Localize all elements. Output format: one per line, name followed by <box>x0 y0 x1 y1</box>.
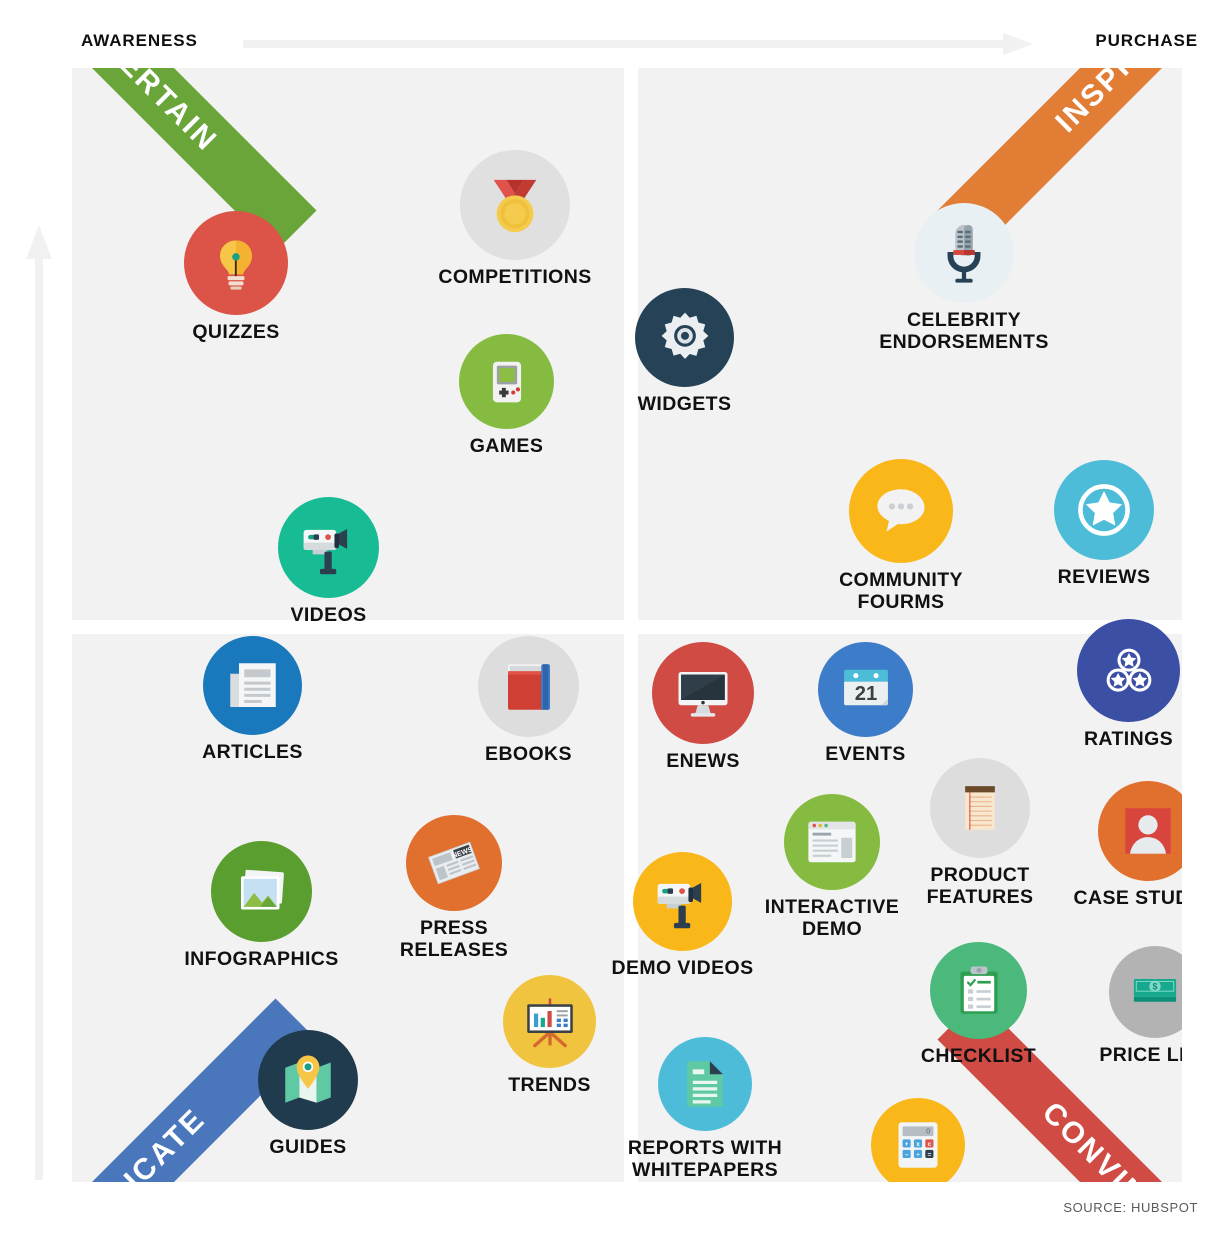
map-pin-icon <box>258 1030 358 1130</box>
content-item-label: ENEWS <box>666 750 740 772</box>
content-item[interactable]: TRENDS <box>463 975 636 1097</box>
money-icon: $ <box>1109 946 1182 1038</box>
content-item[interactable]: ENEWS <box>612 642 794 773</box>
content-item-label: TRENDS <box>508 1074 591 1096</box>
content-item[interactable]: GUIDES <box>218 1030 398 1159</box>
clipboard-check-icon <box>930 942 1027 1039</box>
content-item[interactable]: 0 +xc –÷= CACULATIONS <box>831 1098 1005 1182</box>
gear-icon <box>635 288 734 387</box>
content-item-label: WIDGETS <box>637 393 732 415</box>
browser-window-icon <box>784 794 880 890</box>
content-item[interactable]: CHECKLIST <box>890 942 1067 1068</box>
arrow-shaft <box>35 255 43 1180</box>
content-item[interactable]: REPORTS WITH WHITEPAPERS <box>618 1037 792 1182</box>
content-item[interactable]: DEMO VIDEOS <box>593 852 772 980</box>
svg-text:x: x <box>916 1141 920 1148</box>
quadrant-matrix: ENTERTAIN INSPIRE EDUCATE CONVINCE QUIZZ… <box>72 68 1182 1182</box>
content-item[interactable]: CASE STUDIES <box>1058 781 1182 910</box>
calendar-icon: 21 <box>818 642 913 737</box>
content-item-label: CASE STUDIES <box>1073 887 1182 909</box>
content-item-label: REVIEWS <box>1057 566 1151 588</box>
content-item-label: GUIDES <box>269 1136 347 1158</box>
video-camera-icon <box>278 497 379 598</box>
desktop-monitor-icon <box>652 642 754 744</box>
content-item[interactable]: WIDGETS <box>595 288 774 416</box>
video-camera-icon <box>633 852 732 951</box>
photos-icon <box>211 841 312 942</box>
content-item[interactable]: EBOOKS <box>438 636 619 766</box>
source-credit: SOURCE: HUBSPOT <box>1063 1200 1198 1215</box>
person-icon <box>1098 781 1182 881</box>
content-item-label: EBOOKS <box>485 743 572 765</box>
content-item-label: COMMUNITY FOURMS <box>839 569 963 613</box>
axis-label-awareness: AWARENESS <box>81 31 198 50</box>
document-icon <box>658 1037 752 1131</box>
calculator-icon: 0 + x c – ÷ = <box>871 1098 965 1182</box>
notepad-icon <box>930 758 1030 858</box>
arrow-head <box>26 225 52 259</box>
infographic-canvas: AWARENESS PURCHASE EMOTIONAL RATIONAL EN… <box>0 0 1220 1242</box>
medal-icon <box>460 150 570 260</box>
content-item[interactable]: COMMUNITY FOURMS <box>809 459 993 614</box>
content-item[interactable]: CELEBRITY ENDORSEMENTS <box>874 203 1054 354</box>
content-item-label: CHECKLIST <box>920 1045 1037 1067</box>
content-item-label: COMPETITIONS <box>438 266 592 288</box>
content-item-label: GAMES <box>469 435 544 457</box>
gameboy-icon <box>459 334 554 429</box>
vertical-axis-arrow-icon <box>26 225 52 1180</box>
content-item[interactable]: $ PRICE LIST <box>1069 946 1182 1067</box>
svg-text:$: $ <box>1153 982 1158 992</box>
content-item-label: QUIZZES <box>192 321 280 343</box>
svg-text:=: = <box>927 1151 931 1158</box>
lightbulb-icon <box>184 211 288 315</box>
svg-text:–: – <box>905 1151 909 1158</box>
svg-text:+: + <box>905 1141 909 1148</box>
axis-label-purchase: PURCHASE <box>1095 31 1198 50</box>
content-item-label: INFOGRAPHICS <box>184 948 339 970</box>
news-paper-icon: NEWS <box>406 815 502 911</box>
content-item[interactable]: GAMES <box>419 334 594 458</box>
svg-text:0: 0 <box>926 1127 930 1136</box>
svg-text:÷: ÷ <box>916 1151 920 1158</box>
content-item[interactable]: REVIEWS <box>1014 460 1182 589</box>
three-stars-icon <box>1077 619 1180 722</box>
arrow-shaft <box>243 40 1003 48</box>
newspaper-article-icon <box>203 636 302 735</box>
content-item[interactable]: NEWS PRESS RELEASES <box>366 815 542 962</box>
book-icon <box>478 636 579 737</box>
content-item[interactable]: QUIZZES <box>144 211 328 344</box>
content-item-label: CELEBRITY ENDORSEMENTS <box>879 309 1049 353</box>
content-item[interactable]: INFOGRAPHICS <box>171 841 352 971</box>
content-item-label: PRICE LIST <box>1099 1044 1182 1066</box>
content-item[interactable]: VIDEOS <box>238 497 419 627</box>
svg-text:c: c <box>928 1141 932 1148</box>
microphone-icon <box>914 203 1014 303</box>
content-item[interactable]: 21 EVENTS <box>778 642 953 766</box>
speech-bubble-icon <box>849 459 953 563</box>
arrow-head <box>1003 33 1033 55</box>
content-item[interactable]: ARTICLES <box>163 636 342 764</box>
content-item-label: ARTICLES <box>202 741 303 763</box>
content-item[interactable]: RATINGS <box>1037 619 1182 751</box>
content-item-label: RATINGS <box>1083 728 1174 750</box>
star-badge-icon <box>1054 460 1154 560</box>
content-item-label: REPORTS WITH WHITEPAPERS <box>627 1137 783 1181</box>
presentation-chart-icon <box>503 975 596 1068</box>
content-item[interactable]: COMPETITIONS <box>420 150 610 289</box>
content-item-label: PRESS RELEASES <box>399 917 509 961</box>
horizontal-axis-arrow-icon <box>243 33 1033 55</box>
svg-text:21: 21 <box>854 683 877 705</box>
content-item-label: VIDEOS <box>290 604 367 626</box>
